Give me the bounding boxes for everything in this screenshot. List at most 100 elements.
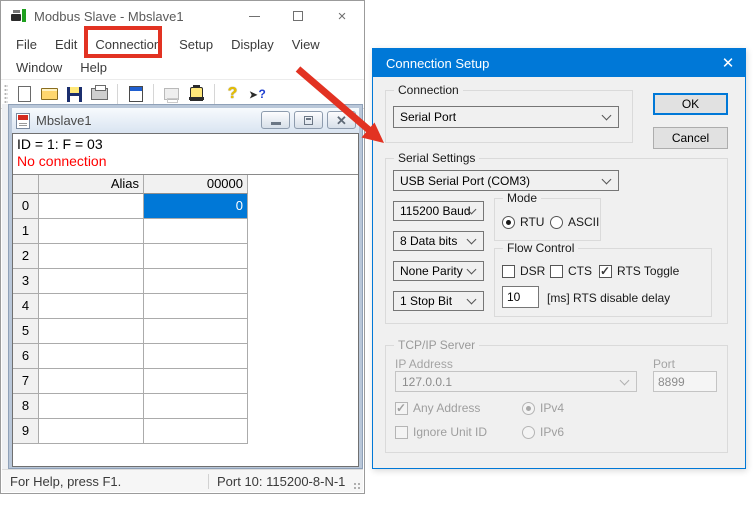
minimize-icon xyxy=(271,122,281,125)
value-column-header[interactable]: 00000 xyxy=(144,175,248,194)
alias-cell[interactable] xyxy=(39,244,144,269)
alias-cell[interactable] xyxy=(39,319,144,344)
mode-ascii-radio[interactable]: ASCII xyxy=(550,215,599,229)
save-icon[interactable] xyxy=(64,84,85,104)
chevron-down-icon xyxy=(467,295,477,305)
row-header-cell[interactable]: 5 xyxy=(13,319,39,344)
alias-cell[interactable] xyxy=(39,394,144,419)
ok-button[interactable]: OK xyxy=(653,93,728,115)
dsr-checkbox[interactable]: DSR xyxy=(502,264,545,278)
ipv6-label: IPv6 xyxy=(540,425,564,439)
main-titlebar[interactable]: Modbus Slave - Mbslave1 × xyxy=(1,1,364,31)
dialog-titlebar[interactable]: Connection Setup ✕ xyxy=(373,49,745,77)
alias-cell[interactable] xyxy=(39,369,144,394)
cancel-button[interactable]: Cancel xyxy=(653,127,728,149)
rts-delay-label: [ms] RTS disable delay xyxy=(547,291,670,305)
row-header-cell[interactable]: 9 xyxy=(13,419,39,444)
corner-header-cell[interactable] xyxy=(13,175,39,194)
tcpip-server-label: TCP/IP Server xyxy=(394,338,479,352)
alias-cell[interactable] xyxy=(39,219,144,244)
ignore-unit-id-checkbox: Ignore Unit ID xyxy=(395,425,487,439)
device-setup-icon[interactable] xyxy=(186,84,207,104)
row-header-cell[interactable]: 4 xyxy=(13,294,39,319)
table-row: 1 xyxy=(13,219,248,244)
alias-cell[interactable] xyxy=(39,344,144,369)
help-icon[interactable]: ? xyxy=(222,84,243,104)
any-address-checkbox: Any Address xyxy=(395,401,480,415)
status-help-text: For Help, press F1. xyxy=(2,474,208,489)
dsr-label: DSR xyxy=(520,264,545,278)
minimize-button[interactable] xyxy=(232,1,276,31)
row-header-cell[interactable]: 1 xyxy=(13,219,39,244)
row-header-cell[interactable]: 7 xyxy=(13,369,39,394)
value-cell[interactable] xyxy=(144,419,248,444)
menu-display[interactable]: Display xyxy=(222,33,283,56)
data-bits-select[interactable]: 8 Data bits xyxy=(393,231,484,251)
chevron-down-icon xyxy=(467,265,477,275)
stop-bits-select[interactable]: 1 Stop Bit xyxy=(393,291,484,311)
radio-selected-icon xyxy=(502,216,515,229)
row-header-cell[interactable]: 6 xyxy=(13,344,39,369)
value-cell[interactable] xyxy=(144,369,248,394)
rts-delay-input[interactable] xyxy=(502,286,539,308)
mbslave-document-window: Mbslave1 ✕ ID = 1: F = 03 No connection … xyxy=(8,104,363,469)
menu-setup[interactable]: Setup xyxy=(170,33,222,56)
baud-rate-select[interactable]: 115200 Baud xyxy=(393,201,484,221)
checkbox-icon xyxy=(395,426,408,439)
mode-rtu-radio[interactable]: RTU xyxy=(502,215,544,229)
table-body: 0 0 1 2 3 4 5 6 xyxy=(13,194,248,444)
row-header-cell[interactable]: 2 xyxy=(13,244,39,269)
menu-file[interactable]: File xyxy=(7,33,46,56)
ipv6-radio: IPv6 xyxy=(522,425,564,439)
alias-cell[interactable] xyxy=(39,419,144,444)
alias-cell[interactable] xyxy=(39,294,144,319)
minimize-icon xyxy=(249,16,260,17)
document-icon xyxy=(16,113,30,129)
alias-cell[interactable] xyxy=(39,194,144,219)
rts-toggle-checkbox[interactable]: RTS Toggle xyxy=(599,264,679,278)
value-cell[interactable] xyxy=(144,394,248,419)
table-row: 9 xyxy=(13,419,248,444)
toolbar-grip[interactable] xyxy=(4,84,8,104)
connection-setup-dialog: Connection Setup ✕ Connection Serial Por… xyxy=(372,48,746,469)
value-cell[interactable] xyxy=(144,269,248,294)
context-help-icon[interactable]: ? xyxy=(247,84,268,104)
parity-value: None Parity xyxy=(400,264,463,278)
parity-select[interactable]: None Parity xyxy=(393,261,484,281)
value-cell[interactable]: 0 xyxy=(144,194,248,219)
cts-checkbox[interactable]: CTS xyxy=(550,264,592,278)
print-icon[interactable] xyxy=(89,84,110,104)
alias-column-header[interactable]: Alias xyxy=(39,175,144,194)
table-row: 4 xyxy=(13,294,248,319)
menu-window[interactable]: Window xyxy=(7,56,71,79)
row-header-cell[interactable]: 0 xyxy=(13,194,39,219)
maximize-button[interactable] xyxy=(276,1,320,31)
close-button[interactable]: × xyxy=(320,1,364,31)
ascii-label: ASCII xyxy=(568,215,599,229)
radio-selected-icon xyxy=(522,402,535,415)
menu-view[interactable]: View xyxy=(283,33,329,56)
chevron-down-icon xyxy=(602,174,612,184)
dialog-close-button[interactable]: ✕ xyxy=(711,49,745,77)
row-header-cell[interactable]: 3 xyxy=(13,269,39,294)
menu-edit[interactable]: Edit xyxy=(46,33,86,56)
close-icon: × xyxy=(338,9,347,24)
value-cell[interactable] xyxy=(144,244,248,269)
value-cell[interactable] xyxy=(144,344,248,369)
row-header-cell[interactable]: 8 xyxy=(13,394,39,419)
register-grid: Alias 00000 0 0 1 2 3 4 xyxy=(13,174,358,466)
resize-grip[interactable] xyxy=(353,482,361,490)
serial-port-select[interactable]: USB Serial Port (COM3) xyxy=(393,170,619,191)
display-definition-icon[interactable] xyxy=(125,84,146,104)
connection-type-select[interactable]: Serial Port xyxy=(393,106,619,128)
new-file-icon[interactable] xyxy=(14,84,35,104)
flow-control-label: Flow Control xyxy=(503,241,578,255)
value-cell[interactable] xyxy=(144,319,248,344)
value-cell[interactable] xyxy=(144,294,248,319)
ipv4-label: IPv4 xyxy=(540,401,564,415)
open-file-icon[interactable] xyxy=(39,84,60,104)
toolbar-separator xyxy=(153,84,154,104)
value-cell[interactable] xyxy=(144,219,248,244)
alias-cell[interactable] xyxy=(39,269,144,294)
menu-help[interactable]: Help xyxy=(71,56,116,79)
